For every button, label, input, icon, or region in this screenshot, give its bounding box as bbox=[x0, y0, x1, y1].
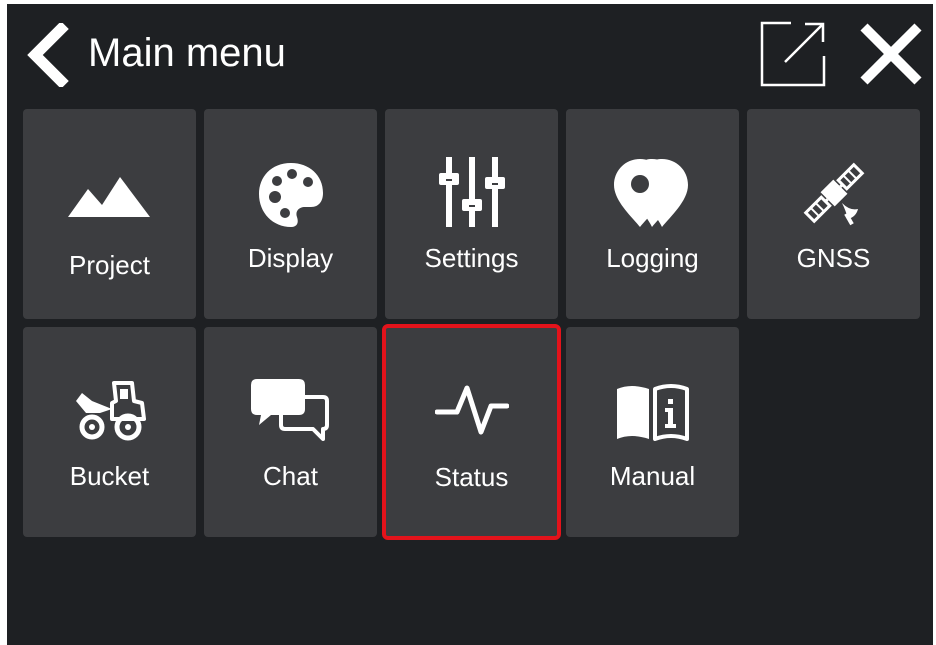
tile-label: Settings bbox=[424, 243, 519, 273]
tile-label: Display bbox=[247, 243, 334, 273]
palette-icon bbox=[258, 163, 323, 227]
popout-button[interactable] bbox=[755, 16, 831, 92]
back-button[interactable] bbox=[17, 22, 77, 88]
manual-book-icon bbox=[616, 384, 689, 441]
tile-label: Status bbox=[434, 462, 509, 492]
page-title: Main menu bbox=[88, 31, 286, 75]
mountains-icon bbox=[67, 177, 150, 217]
tile-status[interactable]: Status bbox=[382, 324, 561, 540]
tile-project[interactable]: Project bbox=[23, 109, 196, 319]
main-menu-screen: Main menu Project Display Settings Loggi… bbox=[7, 4, 933, 645]
chevron-left-icon bbox=[27, 23, 69, 87]
satellite-icon bbox=[803, 162, 864, 226]
tile-manual[interactable]: Manual bbox=[566, 327, 739, 537]
tile-label: Logging bbox=[606, 243, 699, 273]
chat-bubbles-icon bbox=[250, 379, 329, 441]
tile-gnss[interactable]: GNSS bbox=[747, 109, 920, 319]
tile-label: Bucket bbox=[69, 461, 150, 491]
tile-display[interactable]: Display bbox=[204, 109, 377, 319]
tile-settings[interactable]: Settings bbox=[385, 109, 558, 319]
tile-bucket[interactable]: Bucket bbox=[23, 327, 196, 537]
tile-label: Chat bbox=[263, 461, 318, 491]
tile-chat[interactable]: Chat bbox=[204, 327, 377, 537]
sliders-icon bbox=[438, 157, 505, 227]
header-bar: Main menu bbox=[7, 4, 933, 104]
wheel-loader-icon bbox=[75, 381, 146, 441]
close-icon bbox=[860, 23, 922, 85]
tile-label: Manual bbox=[609, 461, 696, 491]
tile-label: Project bbox=[69, 250, 150, 280]
map-pins-icon bbox=[613, 159, 688, 227]
tile-logging[interactable]: Logging bbox=[566, 109, 739, 319]
tile-label: GNSS bbox=[796, 243, 871, 273]
external-window-icon bbox=[760, 21, 826, 87]
pulse-icon bbox=[434, 385, 509, 435]
close-button[interactable] bbox=[853, 16, 929, 92]
